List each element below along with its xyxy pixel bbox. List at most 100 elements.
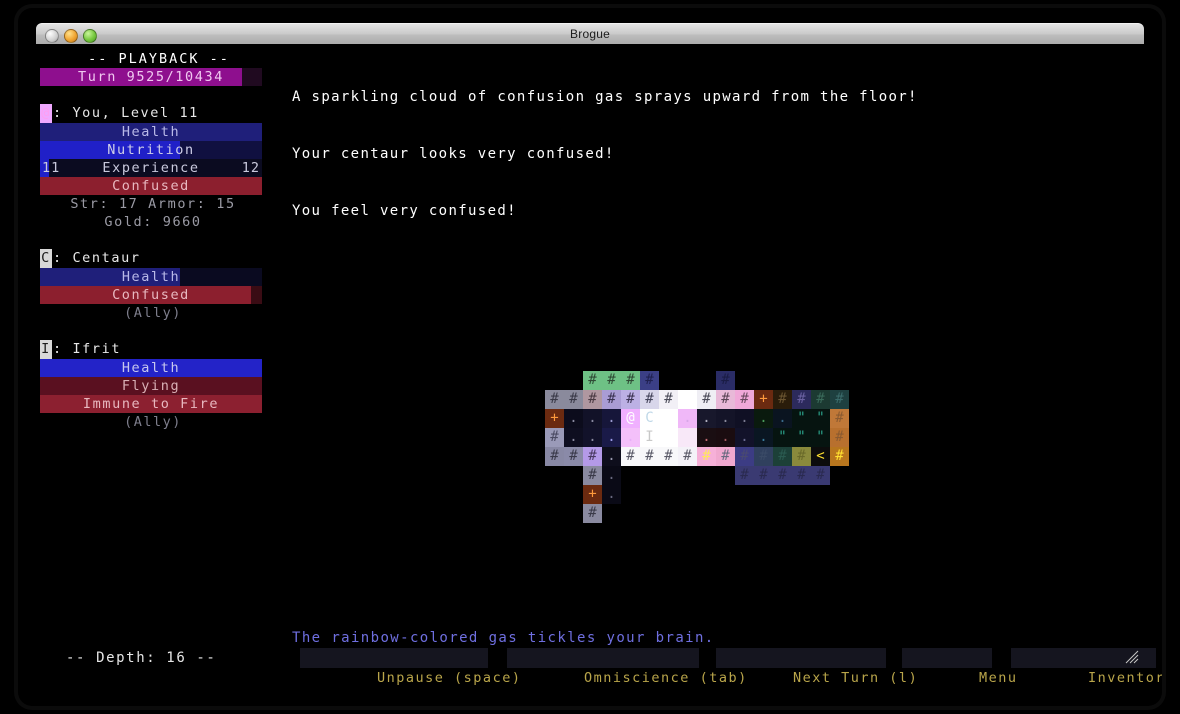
map-cell-wall[interactable]: # [621, 447, 640, 466]
map-cell-grass[interactable]: " [811, 428, 830, 447]
map-cell-wall[interactable]: # [697, 390, 716, 409]
map-cell-wall[interactable]: # [792, 447, 811, 466]
resize-grip-icon[interactable] [1125, 650, 1139, 664]
map-cell-wall[interactable]: # [583, 504, 602, 523]
map-cell-empty [811, 504, 830, 523]
map-cell-wall[interactable]: # [640, 371, 659, 390]
map-cell-floor[interactable]: . [697, 428, 716, 447]
map-cell-floor[interactable]: . [602, 409, 621, 428]
map-cell-floor[interactable]: . [621, 428, 640, 447]
map-cell-centaur-ally[interactable]: C [640, 409, 659, 428]
map-cell-wall[interactable]: # [545, 447, 564, 466]
map-cell-floor[interactable]: . [583, 409, 602, 428]
map-cell-grass[interactable]: " [792, 428, 811, 447]
map-cell-floor[interactable]: . [602, 447, 621, 466]
map-cell-grass[interactable]: " [773, 428, 792, 447]
map-cell-floor[interactable]: . [602, 466, 621, 485]
map-cell-wall[interactable]: # [583, 466, 602, 485]
map-cell-empty [716, 504, 735, 523]
map-cell-door[interactable]: + [583, 485, 602, 504]
turn-progress-bar: Turn 9525/10434 [40, 68, 262, 86]
unpause-button[interactable]: Unpause (space) [300, 648, 520, 686]
map-cell-empty [640, 466, 659, 485]
map-cell-wall[interactable]: # [716, 371, 735, 390]
map-cell-wall[interactable]: # [697, 447, 716, 466]
message-line: Your centaur looks very confused! [292, 146, 615, 162]
omniscience-button[interactable]: Omniscience (tab) [507, 648, 746, 686]
map-cell-up-staircase[interactable]: < [811, 447, 830, 466]
map-cell-wall[interactable]: # [602, 371, 621, 390]
map-cell-floor[interactable]: . [583, 428, 602, 447]
map-cell-wall[interactable]: # [678, 447, 697, 466]
map-cell-wall[interactable]: # [545, 390, 564, 409]
map-cell-floor[interactable]: . [716, 409, 735, 428]
map-cell-floor[interactable]: . [735, 428, 754, 447]
map-cell-wall[interactable]: # [564, 447, 583, 466]
map-cell-wall[interactable]: # [811, 466, 830, 485]
map-cell-wall[interactable]: # [792, 390, 811, 409]
window-titlebar[interactable]: Brogue [36, 23, 1144, 45]
map-cell-floor[interactable]: . [678, 409, 697, 428]
map-cell-wall[interactable]: # [621, 390, 640, 409]
menu-button[interactable]: Menu [902, 648, 1016, 686]
map-cell-wall[interactable]: # [754, 466, 773, 485]
map-cell-wall[interactable]: # [830, 447, 849, 466]
map-cell-wall[interactable]: # [735, 390, 754, 409]
map-cell-floor[interactable]: . [602, 428, 621, 447]
map-cell-empty [545, 485, 564, 504]
map-cell-ifrit-ally[interactable]: I [640, 428, 659, 447]
bar-label: Experience [102, 160, 200, 176]
map-cell-floor[interactable]: . [716, 428, 735, 447]
map-cell-wall[interactable]: # [545, 428, 564, 447]
map-cell-wall[interactable]: # [716, 390, 735, 409]
map-cell-floor[interactable]: . [773, 409, 792, 428]
map-cell-floor[interactable]: . [564, 409, 583, 428]
ifrit-glyph: I [40, 340, 52, 359]
map-cell-wall[interactable]: # [640, 447, 659, 466]
map-cell-wall[interactable]: # [811, 390, 830, 409]
map-cell-wall[interactable]: # [659, 390, 678, 409]
map-cell-floor[interactable]: . [602, 485, 621, 504]
map-cell-floor[interactable]: . [564, 428, 583, 447]
map-cell-wall[interactable]: # [659, 447, 678, 466]
map-cell-floor[interactable]: . [754, 428, 773, 447]
map-cell-wall[interactable]: # [830, 409, 849, 428]
map-cell-unknown[interactable] [659, 409, 678, 428]
map-cell-wall[interactable]: # [754, 447, 773, 466]
map-cell-wall[interactable]: # [735, 447, 754, 466]
map-cell-wall[interactable]: # [830, 428, 849, 447]
next-turn-button[interactable]: Next Turn (l) [716, 648, 917, 686]
ifrit-flying-bar: Flying [40, 377, 262, 395]
map-cell-floor[interactable]: . [754, 409, 773, 428]
map-cell-wall[interactable]: # [773, 466, 792, 485]
map-cell-wall[interactable]: # [640, 390, 659, 409]
map-cell-unknown[interactable] [678, 390, 697, 409]
map-cell-grass[interactable]: " [811, 409, 830, 428]
player-header[interactable]: @: You, Level 11 [40, 104, 282, 123]
map-cell-wall[interactable]: # [773, 390, 792, 409]
ifrit-header[interactable]: I: Ifrit [40, 340, 282, 359]
map-cell-unknown[interactable] [659, 428, 678, 447]
map-cell-wall[interactable]: # [830, 390, 849, 409]
map-cell-wall[interactable]: # [773, 447, 792, 466]
map-cell-door[interactable]: + [754, 390, 773, 409]
centaur-header[interactable]: C: Centaur [40, 249, 282, 268]
map-cell-wall[interactable]: # [716, 447, 735, 466]
map-cell-floor[interactable]: . [697, 409, 716, 428]
map-cell-unknown[interactable] [678, 428, 697, 447]
map-cell-floor[interactable]: . [735, 409, 754, 428]
dungeon-map[interactable]: # # # # # # # # # # # # # # # + # # # # +... @ C ...... " " # #… [545, 371, 849, 523]
map-cell-door[interactable]: + [545, 409, 564, 428]
map-cell-wall[interactable]: # [583, 390, 602, 409]
map-cell-wall[interactable]: # [602, 390, 621, 409]
map-cell-wall[interactable]: # [583, 447, 602, 466]
map-cell-wall[interactable]: # [621, 371, 640, 390]
map-cell-wall[interactable]: # [792, 466, 811, 485]
map-cell-player[interactable]: @ [621, 409, 640, 428]
map-cell-grass[interactable]: " [792, 409, 811, 428]
map-cell-wall[interactable]: # [564, 390, 583, 409]
map-cell-empty [792, 485, 811, 504]
map-cell-wall[interactable]: # [583, 371, 602, 390]
map-cell-wall[interactable]: # [735, 466, 754, 485]
